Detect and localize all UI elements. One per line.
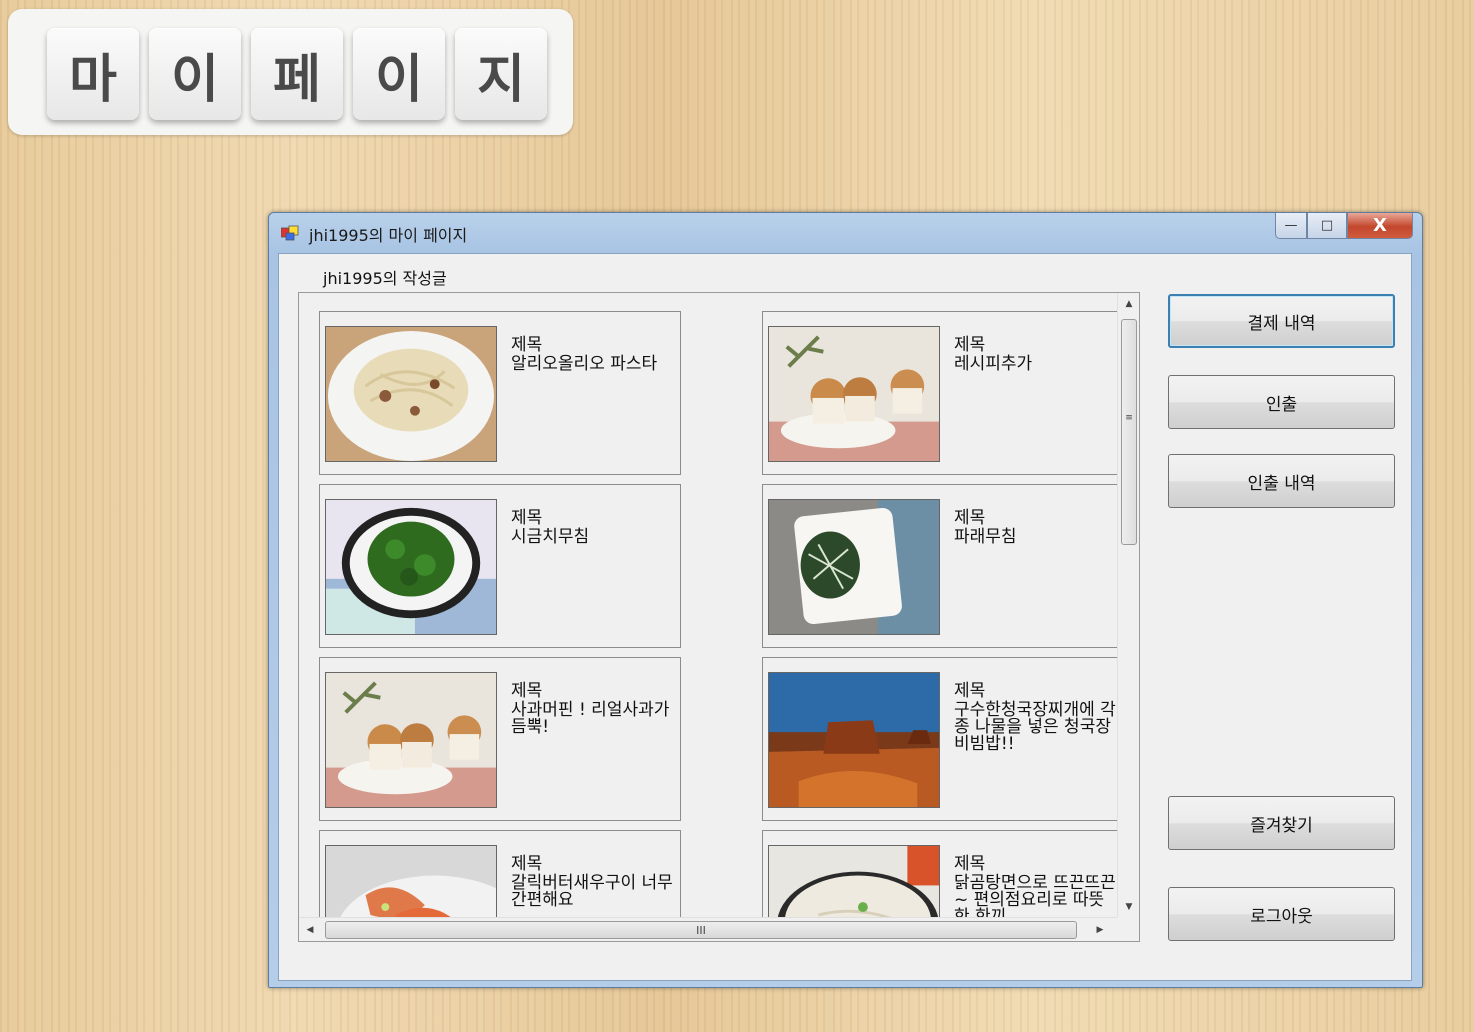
vertical-scrollbar[interactable]: ▲ ≡ ▼ — [1117, 293, 1139, 918]
post-title: 파래무침 — [954, 527, 1017, 547]
minimize-button[interactable]: — — [1275, 213, 1307, 239]
post-title: 사과머핀 ! 리얼사과가 듬뿍! — [511, 700, 670, 737]
vertical-scroll-thumb[interactable] — [1121, 319, 1137, 545]
banner-tile: 마 — [47, 28, 139, 120]
window-controls: — □ X — [1275, 213, 1413, 239]
favorites-button[interactable]: 즐겨찾기 — [1168, 796, 1395, 850]
window-title: jhi1995의 마이 페이지 — [309, 226, 468, 245]
post-card[interactable]: 제목 시금치무침 — [319, 484, 681, 648]
posts-panel[interactable]: 제목 알리오올리오 파스타 제목 레시피추가 제목 시금치무침 제목 파래무침 제목 사과머핀 !… — [298, 292, 1140, 942]
scroll-right-icon[interactable]: ▶ — [1089, 918, 1111, 941]
post-title-label: 제목 — [954, 681, 986, 701]
window-client: jhi1995의 작성글 제목 알리오올리오 파스타 제목 레시피추가 제목 시금치무침 제… — [278, 253, 1412, 981]
print-button[interactable]: 인출 — [1168, 375, 1395, 429]
post-title: 시금치무침 — [511, 527, 590, 547]
scroll-up-icon[interactable]: ▲ — [1118, 293, 1139, 315]
banner-tile: 이 — [353, 28, 445, 120]
mypage-window: jhi1995의 마이 페이지 — □ X jhi1995의 작성글 제목 알리오… — [268, 212, 1423, 988]
post-title: 알리오올리오 파스타 — [511, 354, 658, 374]
post-title-label: 제목 — [511, 854, 543, 874]
scroll-grip-icon: III — [696, 923, 706, 937]
post-title-label: 제목 — [954, 854, 986, 874]
post-title: 레시피추가 — [954, 354, 1033, 374]
post-thumbnail[interactable] — [768, 672, 940, 808]
post-title-label: 제목 — [954, 508, 986, 528]
scroll-left-icon[interactable]: ◀ — [299, 918, 321, 941]
scroll-down-icon[interactable]: ▼ — [1118, 896, 1139, 918]
minimize-icon: — — [1284, 218, 1298, 233]
post-thumbnail[interactable] — [325, 326, 497, 462]
banner-tile: 이 — [149, 28, 241, 120]
scroll-grip-icon: ≡ — [1125, 413, 1133, 423]
banner-tile: 페 — [251, 28, 343, 120]
close-icon: X — [1373, 215, 1387, 236]
post-title: 구수한청국장찌개에 각종 나물을 넣은 청국장비빔밥!! — [954, 700, 1116, 754]
post-title-label: 제목 — [511, 335, 543, 355]
post-card[interactable]: 제목 알리오올리오 파스타 — [319, 311, 681, 475]
post-title-label: 제목 — [511, 508, 543, 528]
print-history-button[interactable]: 인출 내역 — [1168, 454, 1395, 508]
post-thumbnail[interactable] — [768, 326, 940, 462]
post-card[interactable]: 제목 사과머핀 ! 리얼사과가 듬뿍! — [319, 657, 681, 821]
post-card[interactable]: 제목 파래무침 — [762, 484, 1124, 648]
banner-tile: 지 — [455, 28, 547, 120]
post-title-label: 제목 — [954, 335, 986, 355]
post-title-label: 제목 — [511, 681, 543, 701]
post-thumbnail[interactable] — [768, 499, 940, 635]
post-title: 갈릭버터새우구이 너무 간편해요 — [511, 873, 673, 910]
page-banner: 마 이 페 이 지 — [8, 9, 573, 135]
post-card[interactable]: 제목 레시피추가 — [762, 311, 1124, 475]
payment-history-button[interactable]: 결제 내역 — [1168, 294, 1395, 348]
app-icon — [281, 225, 299, 241]
logout-button[interactable]: 로그아웃 — [1168, 887, 1395, 941]
horizontal-scrollbar[interactable]: ◀ III ▶ — [299, 917, 1119, 941]
post-thumbnail[interactable] — [325, 672, 497, 808]
scroll-corner — [1117, 917, 1139, 941]
section-label: jhi1995의 작성글 — [323, 269, 447, 288]
post-card[interactable]: 제목 구수한청국장찌개에 각종 나물을 넣은 청국장비빔밥!! — [762, 657, 1124, 821]
close-button[interactable]: X — [1347, 213, 1413, 239]
maximize-icon: □ — [1320, 218, 1334, 233]
post-thumbnail[interactable] — [325, 499, 497, 635]
maximize-button[interactable]: □ — [1307, 213, 1347, 239]
